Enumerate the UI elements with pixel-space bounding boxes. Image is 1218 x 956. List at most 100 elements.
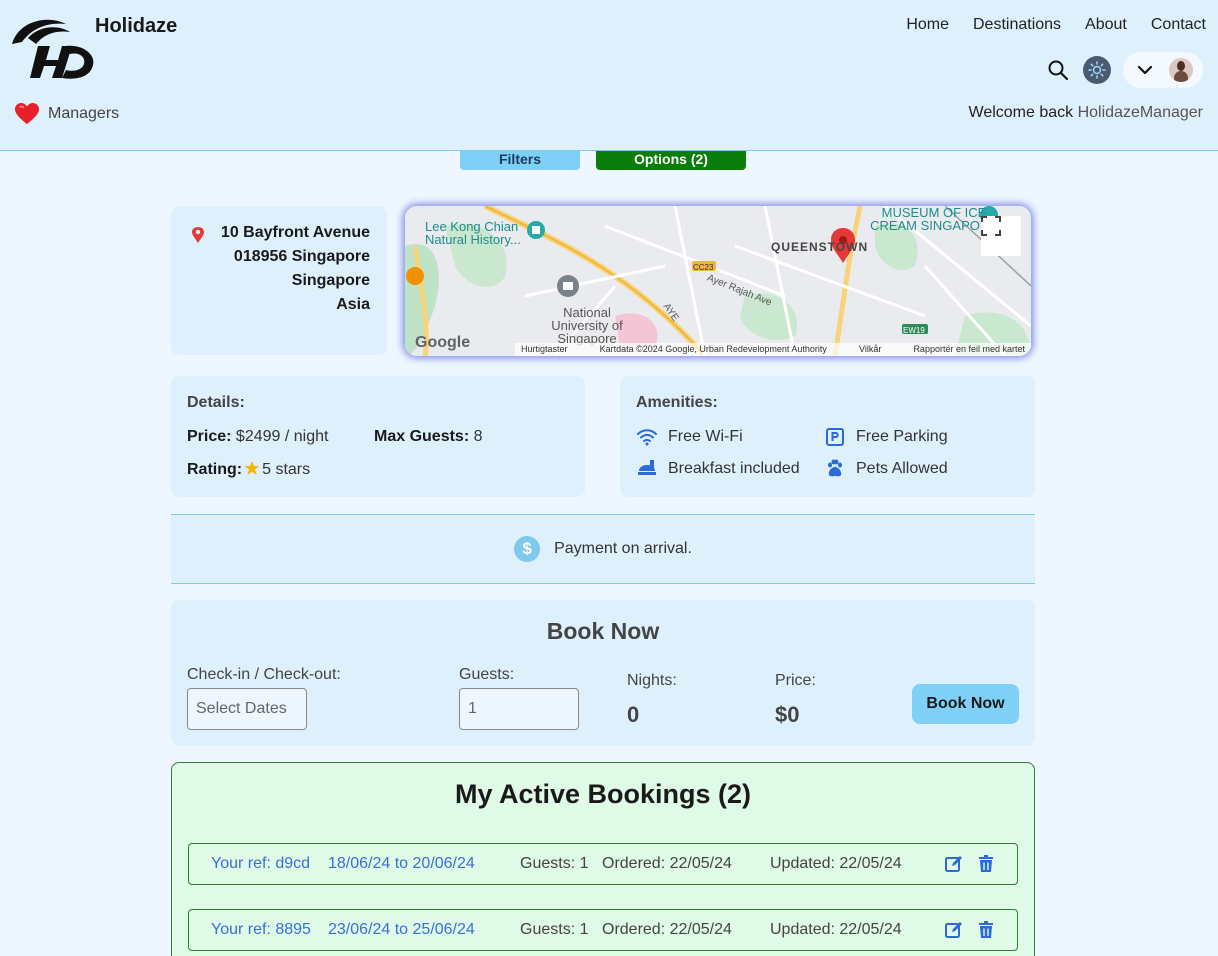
trash-icon[interactable] bbox=[977, 855, 995, 873]
heart-icon bbox=[15, 103, 39, 124]
map-terms-link[interactable]: Vilkår bbox=[859, 343, 881, 356]
date-picker-input[interactable]: Select Dates bbox=[187, 688, 307, 730]
wifi-icon bbox=[636, 426, 658, 448]
max-guests-value: 8 bbox=[473, 428, 483, 445]
map-data-credit: Kartdata ©2024 Google, Urban Redevelopme… bbox=[599, 344, 827, 354]
max-guests-label: Max Guests: bbox=[374, 428, 470, 445]
amenity-parking: Free Parking bbox=[824, 426, 948, 448]
active-bookings-title: My Active Bookings (2) bbox=[454, 779, 752, 809]
rating-value: 5 stars bbox=[262, 461, 311, 478]
theme-toggle-button[interactable] bbox=[1083, 56, 1111, 84]
welcome-message: Welcome back HolidazeManager bbox=[969, 104, 1204, 122]
trash-icon[interactable] bbox=[977, 921, 995, 939]
main-nav: Home Destinations About Contact bbox=[882, 16, 1206, 34]
guests-label: Guests: bbox=[459, 666, 515, 683]
booking-ordered: Ordered: 22/05/24 bbox=[602, 921, 732, 938]
managers-label: Managers bbox=[48, 105, 120, 122]
map-report-link[interactable]: Rapportér en feil med kartet bbox=[913, 343, 1025, 356]
nights-value: 0 bbox=[627, 702, 640, 727]
nav-destinations[interactable]: Destinations bbox=[973, 16, 1061, 34]
parking-icon bbox=[824, 426, 846, 448]
location-pin-icon bbox=[192, 227, 204, 243]
amenity-pets-label: Pets Allowed bbox=[856, 460, 948, 477]
price-detail: Price: $2499 / night bbox=[187, 428, 328, 446]
amenity-pets: Pets Allowed bbox=[824, 458, 948, 480]
booking-ref[interactable]: Your ref: 8895 bbox=[211, 921, 311, 939]
payment-info: $ Payment on arrival. bbox=[171, 514, 1035, 584]
rating-detail: Rating: 5 stars bbox=[187, 460, 310, 479]
booking-dates[interactable]: 23/06/24 to 25/06/24 bbox=[328, 921, 475, 939]
breakfast-icon bbox=[636, 458, 658, 480]
avatar bbox=[1169, 58, 1193, 82]
fullscreen-button[interactable] bbox=[981, 216, 1021, 256]
header-actions bbox=[1047, 52, 1203, 88]
brand-name[interactable]: Holidaze bbox=[95, 15, 177, 38]
nav-about[interactable]: About bbox=[1085, 16, 1127, 34]
edit-icon[interactable] bbox=[945, 855, 963, 873]
map-label-ice-cream[interactable]: MUSEUM OF ICE CREAM SINGAPORE bbox=[869, 206, 999, 232]
map-label-ew19: EW19 bbox=[903, 326, 925, 335]
holidaze-logo[interactable] bbox=[8, 16, 98, 82]
nav-contact[interactable]: Contact bbox=[1151, 16, 1206, 34]
location-map[interactable]: Lee Kong Chian Natural History... MUSEUM… bbox=[405, 206, 1031, 356]
booking-updated: Updated: 22/05/24 bbox=[770, 855, 902, 872]
dollar-icon: $ bbox=[514, 536, 541, 562]
address-card: 10 Bayfront Avenue 018956 Singapore Sing… bbox=[171, 206, 387, 355]
filters-button[interactable]: Filters bbox=[460, 151, 580, 170]
total-price-label: Price: bbox=[775, 672, 816, 689]
payment-text: Payment on arrival. bbox=[554, 540, 692, 557]
nights-label: Nights: bbox=[627, 672, 677, 689]
address-text: 10 Bayfront Avenue 018956 Singapore Sing… bbox=[221, 221, 370, 317]
booking-dates[interactable]: 18/06/24 to 20/06/24 bbox=[328, 855, 475, 873]
booking-form: Book Now Check-in / Check-out: Select Da… bbox=[171, 600, 1035, 746]
booking-updated: Updated: 22/05/24 bbox=[770, 921, 902, 938]
booking-guests: Guests: 1 bbox=[520, 921, 589, 938]
chevron-down-icon bbox=[1137, 65, 1153, 75]
sun-icon bbox=[1088, 61, 1106, 79]
map-shortcuts-link[interactable]: Hurtigtaster bbox=[521, 343, 568, 356]
user-menu[interactable] bbox=[1123, 52, 1203, 88]
address-line-1: 10 Bayfront Avenue bbox=[220, 224, 370, 241]
address-line-2: 018956 Singapore bbox=[233, 248, 370, 265]
booking-ordered: Ordered: 22/05/24 bbox=[602, 855, 732, 872]
amenities-card: Amenities: Free Wi-Fi Free Parking Break… bbox=[620, 376, 1035, 497]
booking-ref[interactable]: Your ref: d9cd bbox=[211, 855, 310, 873]
active-bookings: My Active Bookings (2) Your ref: d9cd 18… bbox=[171, 762, 1035, 956]
search-icon[interactable] bbox=[1047, 59, 1069, 81]
star-icon bbox=[244, 461, 260, 475]
booking-title: Book Now bbox=[546, 618, 660, 644]
amenity-parking-label: Free Parking bbox=[856, 428, 948, 445]
book-now-button[interactable]: Book Now bbox=[912, 684, 1019, 724]
site-header: Holidaze Home Destinations About Contact bbox=[0, 0, 1218, 151]
amenity-breakfast: Breakfast included bbox=[636, 458, 800, 480]
nav-home[interactable]: Home bbox=[906, 16, 949, 34]
max-guests-detail: Max Guests: 8 bbox=[374, 428, 483, 446]
total-price-value: $0 bbox=[775, 702, 800, 727]
price-value: $2499 / night bbox=[235, 428, 329, 445]
amenity-wifi-label: Free Wi-Fi bbox=[668, 428, 743, 445]
price-label: Price: bbox=[187, 428, 232, 445]
details-title: Details: bbox=[187, 394, 245, 411]
map-label-nus[interactable]: National University of Singapore bbox=[537, 306, 637, 345]
amenity-breakfast-label: Breakfast included bbox=[668, 460, 800, 477]
username: HolidazeManager bbox=[1077, 104, 1203, 121]
options-button[interactable]: Options (2) bbox=[596, 151, 746, 170]
welcome-prefix: Welcome back bbox=[968, 104, 1074, 121]
edit-icon[interactable] bbox=[945, 921, 963, 939]
map-label-queenstown: QUEENSTOWN bbox=[771, 240, 869, 254]
address-line-3: Singapore bbox=[291, 272, 370, 289]
amenities-title: Amenities: bbox=[636, 394, 718, 411]
booking-row[interactable]: Your ref: d9cd 18/06/24 to 20/06/24 Gues… bbox=[188, 843, 1018, 885]
google-logo: Google bbox=[415, 334, 471, 351]
booking-row[interactable]: Your ref: 8895 23/06/24 to 25/06/24 Gues… bbox=[188, 909, 1018, 951]
details-card: Details: Price: $2499 / night Max Guests… bbox=[171, 376, 585, 497]
managers-link[interactable]: Managers bbox=[14, 102, 119, 126]
map-attribution: Hurtigtaster Kartdata ©2024 Google, Urba… bbox=[515, 343, 1031, 356]
paw-icon bbox=[824, 458, 846, 480]
guests-input[interactable]: 1 bbox=[459, 688, 579, 730]
fullscreen-icon bbox=[981, 216, 1001, 236]
rating-label: Rating: bbox=[187, 461, 243, 478]
map-label-museum[interactable]: Lee Kong Chian Natural History... bbox=[425, 220, 535, 246]
booking-guests: Guests: 1 bbox=[520, 855, 589, 872]
dates-label: Check-in / Check-out: bbox=[187, 666, 341, 683]
